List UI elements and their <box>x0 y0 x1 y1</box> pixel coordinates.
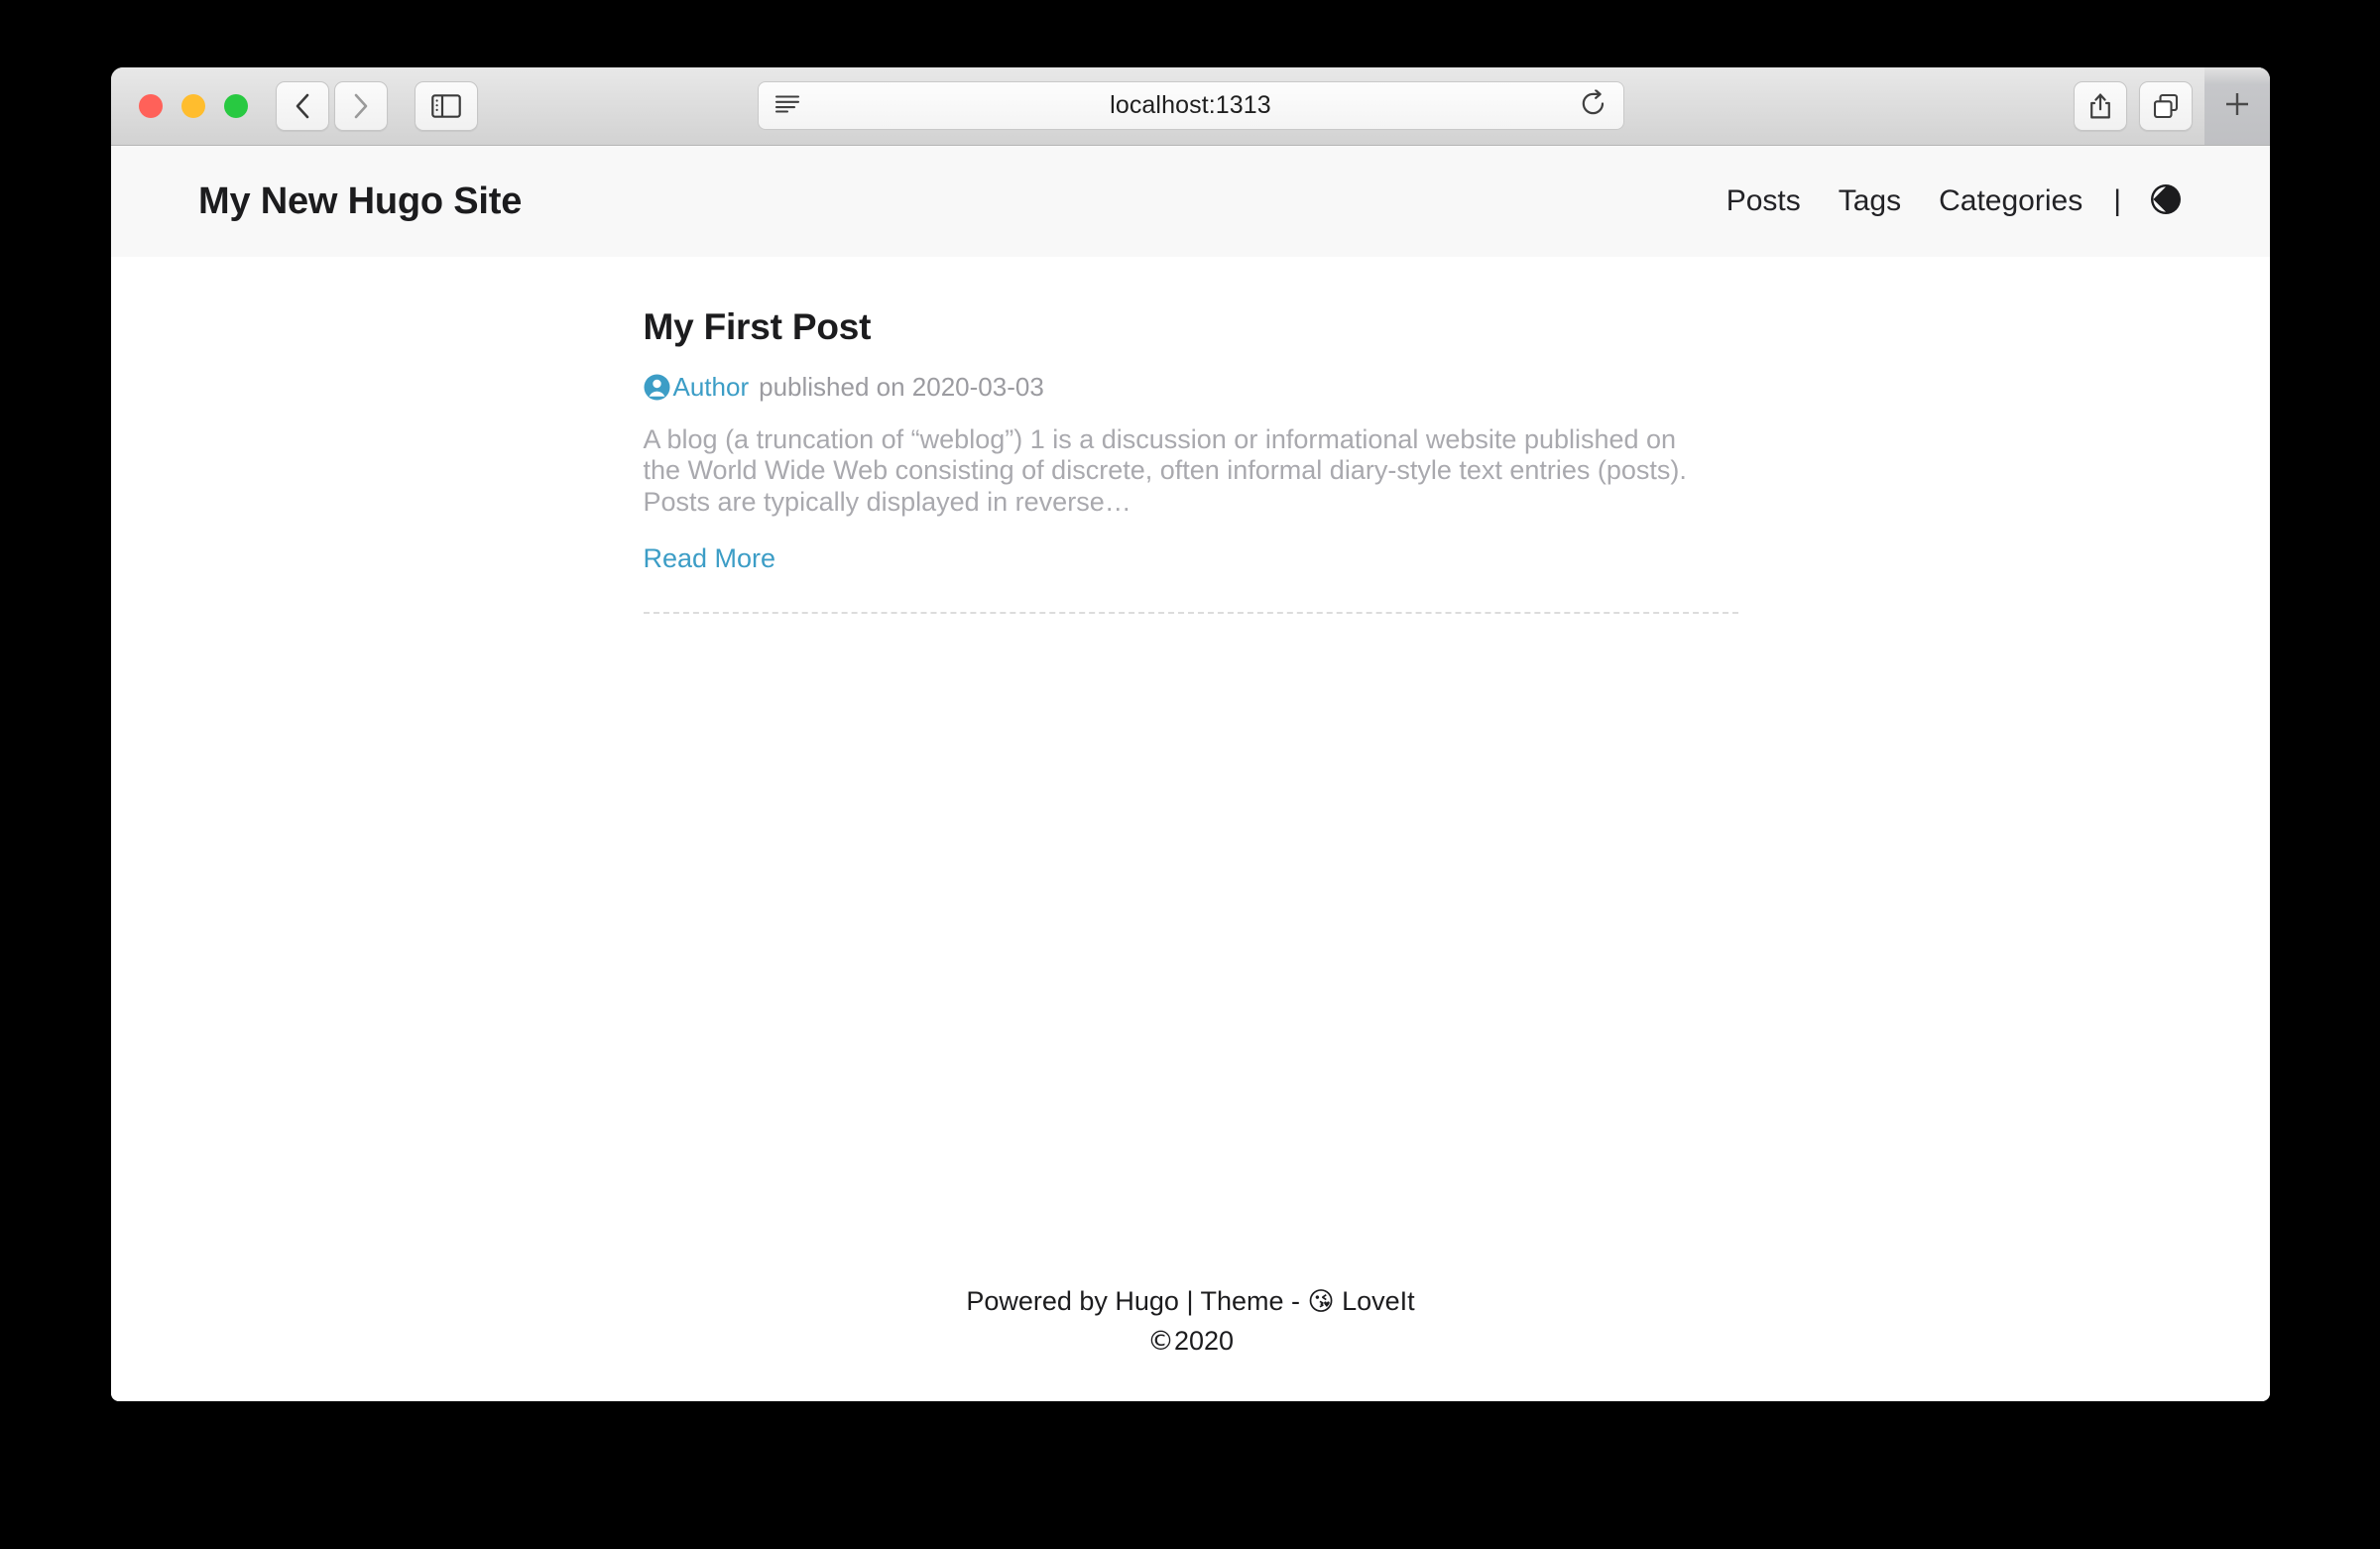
chevron-right-icon <box>351 92 371 120</box>
plus-icon <box>2222 89 2252 124</box>
reader-view-icon[interactable] <box>774 93 800 118</box>
sidebar-icon <box>431 94 461 118</box>
new-tab-button[interactable] <box>2204 67 2270 145</box>
tabs-overview-icon <box>2153 93 2179 119</box>
half-circle-theme-icon <box>2149 182 2183 221</box>
minimize-window-button[interactable] <box>181 94 205 118</box>
reload-icon[interactable] <box>1581 88 1606 122</box>
theme-switch-button[interactable] <box>2149 182 2183 221</box>
nav-item-categories[interactable]: Categories <box>1920 184 2101 218</box>
main-content: My First Post Author published on 2020-0… <box>111 257 2270 1401</box>
site-footer: Powered by Hugo | Theme - 😘 LoveIt ©2020 <box>111 1282 2270 1361</box>
forward-button[interactable] <box>334 81 388 131</box>
maximize-window-button[interactable] <box>224 94 248 118</box>
address-bar[interactable]: localhost:1313 <box>757 81 1624 130</box>
footer-copyright-line: ©2020 <box>111 1322 2270 1361</box>
close-window-button[interactable] <box>139 94 163 118</box>
tab-overview-button[interactable] <box>2139 81 2193 131</box>
post-author[interactable]: Author <box>673 372 750 403</box>
site-title[interactable]: My New Hugo Site <box>198 180 522 223</box>
share-icon <box>2088 92 2112 120</box>
toolbar-right-group <box>2074 67 2270 145</box>
address-bar-container: localhost:1313 <box>757 81 1624 130</box>
post-title[interactable]: My First Post <box>644 306 1738 348</box>
post-divider <box>643 611 1738 614</box>
post-excerpt: A blog (a truncation of “weblog”) 1 is a… <box>643 424 1687 517</box>
nav-item-posts[interactable]: Posts <box>1708 184 1820 218</box>
footer-powered-by-line: Powered by Hugo | Theme - 😘 LoveIt <box>111 1282 2270 1322</box>
nav-separator: | <box>2113 184 2121 217</box>
footer-powered-by-text: Powered by Hugo | Theme - <box>966 1286 1308 1317</box>
url-text: localhost:1313 <box>1110 91 1271 119</box>
user-avatar-icon <box>644 374 670 401</box>
post-item: My First Post Author published on 2020-0… <box>643 306 1738 614</box>
browser-window: localhost:1313 My New Hugo Site Posts Ta… <box>111 67 2270 1401</box>
chevron-left-icon <box>293 92 312 120</box>
window-controls <box>139 94 248 118</box>
kissing-face-emoji-icon: 😘 <box>1307 1287 1335 1318</box>
share-button[interactable] <box>2074 81 2127 131</box>
post-list: My First Post Author published on 2020-0… <box>643 257 1738 614</box>
post-meta: Author published on 2020-03-03 <box>644 372 1738 403</box>
back-button[interactable] <box>276 81 329 131</box>
copyright-icon: © <box>1146 1325 1174 1357</box>
navigation-buttons <box>276 81 478 131</box>
browser-toolbar: localhost:1313 <box>111 67 2270 146</box>
read-more-link[interactable]: Read More <box>644 543 776 574</box>
site-navigation: Posts Tags Categories | <box>1708 182 2183 221</box>
nav-item-tags[interactable]: Tags <box>1820 184 1920 218</box>
show-sidebar-button[interactable] <box>415 81 478 131</box>
site-header: My New Hugo Site Posts Tags Categories | <box>111 146 2270 257</box>
post-published-date: published on 2020-03-03 <box>759 372 1044 402</box>
footer-copyright-year: 2020 <box>1173 1325 1235 1356</box>
footer-theme-name[interactable]: LoveIt <box>1335 1286 1415 1316</box>
